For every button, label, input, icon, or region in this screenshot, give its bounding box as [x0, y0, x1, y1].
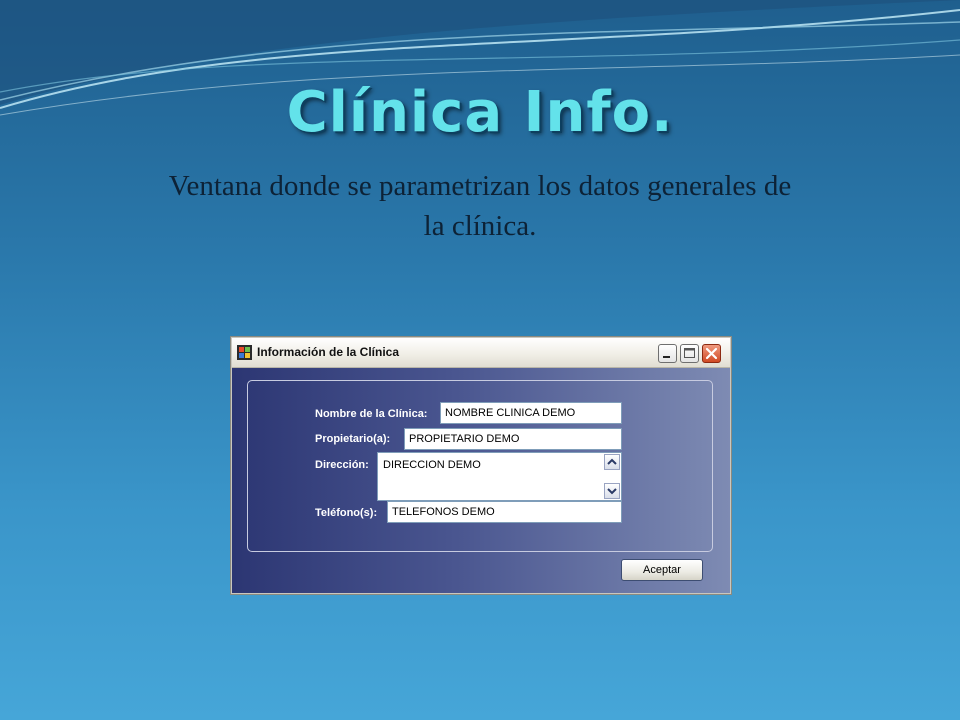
address-label: Dirección: [315, 459, 369, 471]
clinic-name-field[interactable] [440, 402, 622, 424]
chevron-down-icon [607, 488, 617, 495]
subtitle-line-1: Ventana donde se parametrizan los datos … [168, 170, 792, 202]
close-icon [705, 347, 718, 360]
owner-field[interactable] [404, 428, 622, 450]
window-titlebar[interactable]: Información de la Clínica [232, 338, 730, 368]
maximize-button[interactable] [680, 344, 699, 363]
chevron-up-icon [607, 458, 617, 465]
minimize-icon [663, 356, 670, 358]
subtitle-line-2: la clínica. [423, 210, 537, 242]
app-window-icon [237, 345, 252, 360]
scroll-down-button[interactable] [604, 483, 620, 499]
maximize-icon [684, 348, 695, 358]
minimize-button[interactable] [658, 344, 677, 363]
window-title: Información de la Clínica [257, 345, 400, 359]
slide-subtitle: Ventana donde se parametrizan los datos … [60, 166, 900, 246]
window-content: Nombre de la Clínica: Propietario(a): Di… [232, 368, 730, 593]
clinic-data-groupbox: Nombre de la Clínica: Propietario(a): Di… [247, 380, 713, 552]
phones-label: Teléfono(s): [315, 507, 378, 519]
close-button[interactable] [702, 344, 721, 363]
address-value: DIRECCION DEMO [383, 459, 481, 471]
clinic-info-window: Información de la Clínica Nombre de la C… [231, 337, 731, 594]
accept-button[interactable]: Aceptar [621, 559, 703, 581]
slide-title: Clínica Info. [286, 80, 674, 145]
owner-label: Propietario(a): [315, 433, 391, 445]
scroll-up-button[interactable] [604, 454, 620, 470]
phones-field[interactable] [387, 501, 622, 523]
address-textarea[interactable]: DIRECCION DEMO [377, 452, 622, 501]
clinic-name-label: Nombre de la Clínica: [315, 408, 428, 420]
